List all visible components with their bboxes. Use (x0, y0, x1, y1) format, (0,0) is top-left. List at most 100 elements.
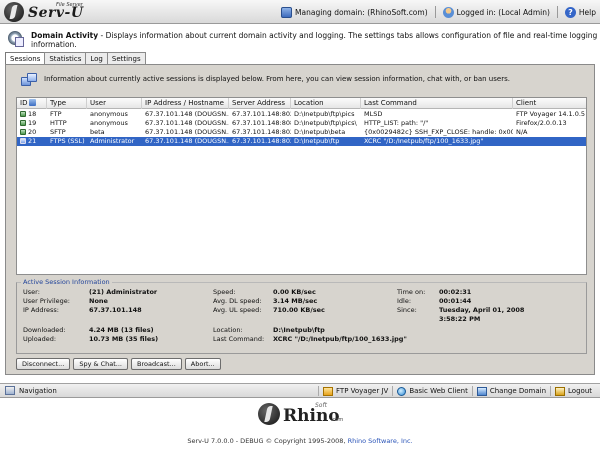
copyright-text: Serv-U 7.0.0.0 - DEBUG © Copyright 1995-… (187, 437, 413, 445)
session-icon (20, 119, 26, 126)
globe-icon (397, 386, 407, 396)
speed-label: Speed: (213, 288, 236, 296)
idle-label: Idle: (397, 297, 412, 305)
domain-activity-icon (8, 31, 24, 47)
navigation-icon (5, 386, 15, 395)
downloaded-value: 4.24 MB (13 files) (89, 326, 154, 334)
table-row[interactable]: 19 HTTP anonymous 67.37.101.148 (DOUGSN.… (17, 119, 586, 128)
table-row-selected[interactable]: 21 FTPS (SSL) Administrator 67.37.101.14… (17, 137, 586, 146)
session-icon (20, 110, 26, 117)
column-header-id[interactable]: ID (17, 98, 47, 109)
page-description: - Displays information about current dom… (31, 31, 598, 49)
logged-in-link[interactable]: Logged in: (Local Admin) (457, 8, 550, 17)
logout-link[interactable]: Logout (550, 386, 596, 396)
location-value: D:\Inetpub\ftp (273, 326, 325, 334)
session-icon (20, 128, 26, 135)
sessions-tab-body: Information about currently active sessi… (5, 64, 595, 375)
ip-label: IP Address: (23, 306, 59, 314)
privilege-label: User Privilege: (23, 297, 70, 305)
column-header-ip[interactable]: IP Address / Hostname (142, 98, 229, 109)
column-header-client[interactable]: Client (513, 98, 586, 109)
domain-icon (281, 6, 293, 18)
column-header-last-command[interactable]: Last Command (361, 98, 513, 109)
disconnect-button[interactable]: Disconnect... (16, 358, 71, 370)
basic-web-client-link[interactable]: Basic Web Client (392, 386, 472, 396)
ftp-voyager-icon (323, 386, 334, 396)
user-label: User: (23, 288, 40, 296)
navbar-links: FTP Voyager JV Basic Web Client Change D… (318, 386, 596, 396)
active-session-info: Active Session Information User: (21) Ad… (16, 278, 587, 354)
rhinosoft-logo[interactable]: Rhino Soft .com (258, 402, 348, 427)
change-domain-link[interactable]: Change Domain (471, 386, 550, 396)
uploaded-label: Uploaded: (23, 335, 57, 343)
location-label: Location: (213, 326, 243, 334)
time-on-value: 00:02:31 (439, 288, 472, 296)
ip-value: 67.37.101.148 (89, 306, 142, 314)
speed-value: 0.00 KB/sec (273, 288, 316, 296)
footer: Rhino Soft .com Serv-U 7.0.0.0 - DEBUG ©… (0, 399, 600, 453)
sessions-info-text: Information about currently active sessi… (44, 75, 510, 83)
sort-icon (29, 99, 37, 106)
since-date-value: Tuesday, April 01, 2008 (439, 306, 525, 314)
divider (434, 6, 436, 18)
logo-text: Serv-U (28, 5, 84, 21)
tab-strip: Sessions Statistics Log Settings (5, 52, 146, 65)
avg-dl-value: 3.14 MB/sec (273, 297, 318, 305)
divider (556, 6, 558, 18)
monitors-icon (21, 73, 38, 90)
last-command-value: XCRC "/D:/Inetpub/ftp/100_1633.jpg" (273, 335, 407, 343)
active-session-legend: Active Session Information (21, 278, 112, 286)
column-header-server-address[interactable]: Server Address (229, 98, 291, 109)
main-panel: Sessions Statistics Log Settings Informa… (5, 52, 595, 375)
privilege-value: None (89, 297, 108, 305)
user-value: (21) Administrator (89, 288, 158, 296)
navigation-bar: Navigation FTP Voyager JV Basic Web Clie… (0, 383, 600, 398)
logo-soft: Soft (315, 402, 327, 409)
tab-log[interactable]: Log (85, 52, 108, 64)
since-time-value: 3:58:22 PM (439, 315, 481, 323)
navigation-toggle[interactable]: Navigation (5, 386, 57, 395)
last-command-label: Last Command: (213, 335, 265, 343)
since-label: Since: (397, 306, 417, 314)
session-actions: Disconnect... Spy & Chat... Broadcast...… (16, 358, 221, 370)
help-icon: ? (564, 6, 576, 18)
header-actions: Managing domain: (RhinoSoft.com) Logged … (281, 6, 596, 18)
top-header: File Server Serv-U Managing domain: (Rhi… (0, 0, 600, 24)
change-domain-icon (476, 386, 487, 396)
ftp-voyager-link[interactable]: FTP Voyager JV (318, 386, 392, 396)
idle-value: 00:01:44 (439, 297, 472, 305)
rhino-ball-icon (4, 2, 24, 22)
logo-com: .com (331, 417, 344, 423)
avg-ul-label: Avg. UL speed: (213, 306, 262, 314)
rhino-ball-icon (258, 403, 280, 425)
user-icon (442, 6, 454, 18)
session-icon (20, 137, 26, 144)
spy-chat-button[interactable]: Spy & Chat... (73, 358, 129, 370)
uploaded-value: 10.73 MB (35 files) (89, 335, 159, 343)
avg-ul-value: 710.00 KB/sec (273, 306, 325, 314)
company-link[interactable]: Rhino Software, Inc. (348, 437, 413, 445)
column-header-user[interactable]: User (87, 98, 142, 109)
column-header-location[interactable]: Location (291, 98, 361, 109)
help-link[interactable]: Help (579, 8, 596, 17)
page-title: Domain Activity - Displays information a… (31, 31, 600, 49)
table-header: ID Type User IP Address / Hostname Serve… (17, 98, 586, 109)
broadcast-button[interactable]: Broadcast... (131, 358, 182, 370)
serv-u-logo: File Server Serv-U (4, 2, 116, 22)
table-row[interactable]: 20 SFTP beta 67.37.101.148 (DOUGSN... 67… (17, 128, 586, 137)
page-title-name: Domain Activity (31, 31, 99, 40)
managing-domain-link[interactable]: Managing domain: (RhinoSoft.com) (295, 8, 428, 17)
downloaded-label: Downloaded: (23, 326, 66, 334)
time-on-label: Time on: (397, 288, 426, 296)
logout-icon (555, 386, 566, 396)
page-title-area: Domain Activity - Displays information a… (0, 25, 600, 51)
sessions-table: ID Type User IP Address / Hostname Serve… (16, 97, 587, 275)
avg-dl-label: Avg. DL speed: (213, 297, 262, 305)
tab-settings[interactable]: Settings (106, 52, 146, 64)
tab-statistics[interactable]: Statistics (44, 52, 87, 64)
navigation-label: Navigation (19, 386, 57, 395)
abort-button[interactable]: Abort... (184, 358, 221, 370)
column-header-type[interactable]: Type (47, 98, 87, 109)
logo-word: Rhino (283, 406, 340, 426)
table-row[interactable]: 18 FTP anonymous 67.37.101.148 (DOUGSN..… (17, 110, 586, 119)
